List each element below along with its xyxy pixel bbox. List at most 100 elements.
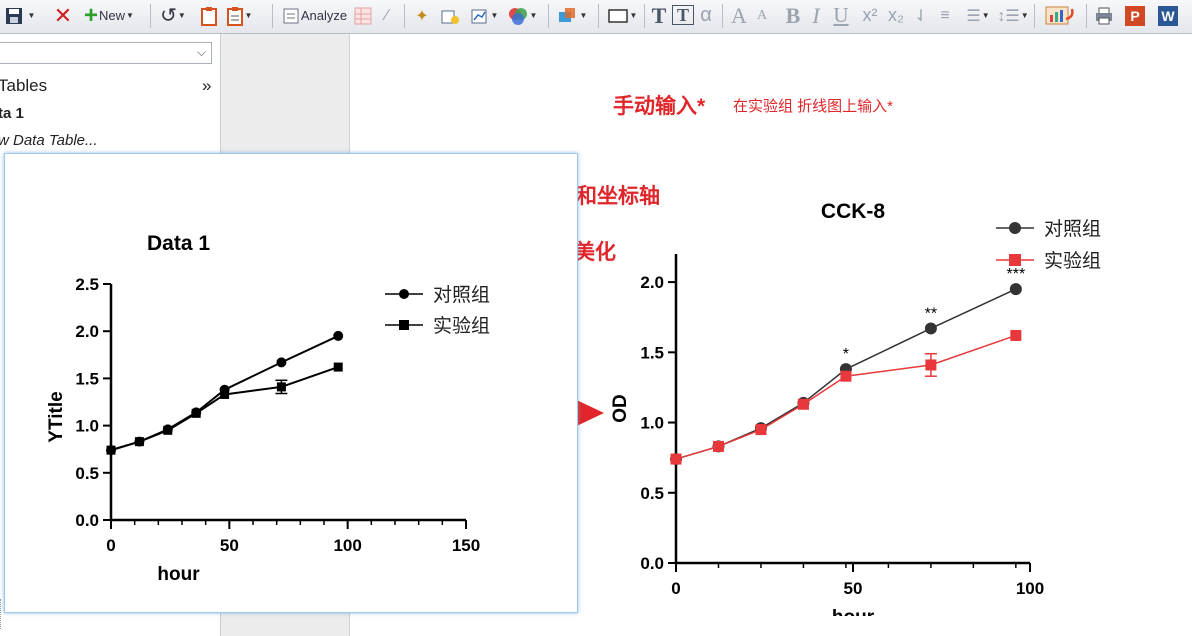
- font-smaller-button[interactable]: A: [752, 3, 772, 28]
- print-icon[interactable]: [1092, 3, 1116, 28]
- y-tick-label: 1.0: [75, 417, 99, 436]
- align-button[interactable]: ☰ ▼: [960, 3, 996, 28]
- x-tick-label: 100: [333, 536, 361, 555]
- analyze-label: Analyze: [300, 8, 348, 23]
- font-larger-button[interactable]: A: [728, 3, 750, 28]
- powerpoint-icon: P: [1125, 5, 1145, 26]
- word-button[interactable]: W: [1157, 3, 1179, 28]
- y-tick-label: 1.0: [640, 414, 664, 433]
- table-icon[interactable]: [352, 3, 374, 28]
- legend-label-1: 对照组: [433, 284, 490, 306]
- series-1-point: [1009, 283, 1022, 296]
- chart-type-button[interactable]: ▼: [468, 3, 500, 28]
- y-tick-label: 2.0: [75, 322, 99, 341]
- new-label: New: [99, 8, 126, 23]
- y-tick-label: 0.0: [75, 511, 99, 530]
- y-tick-label: 0.5: [75, 464, 99, 483]
- data-1-chart[interactable]: Data 1 0 50 100 150 0.0 0.5 1.0 1.5 2.0 2.5 hour YTi…: [5, 154, 577, 612]
- border-button[interactable]: ▼: [604, 3, 640, 28]
- symbol-button[interactable]: α: [696, 3, 716, 28]
- paste-button[interactable]: ▼: [222, 3, 256, 28]
- series-1-point: [276, 357, 287, 368]
- copy-button[interactable]: [198, 3, 220, 28]
- series-2-point: [712, 440, 724, 452]
- series-1-point: [333, 330, 344, 341]
- align-icon: ☰: [966, 7, 981, 25]
- x-axis-label: hour: [157, 564, 200, 585]
- line-spacing-icon: ↕☰: [997, 7, 1020, 25]
- italic-button[interactable]: I: [806, 3, 826, 28]
- rotate-text-icon[interactable]: ⇃: [910, 3, 932, 28]
- x-axis-label: hour: [832, 607, 875, 616]
- legend-marker-1: [1009, 222, 1021, 234]
- delete-icon[interactable]: ✕: [52, 3, 74, 28]
- series-2-point: [276, 382, 286, 392]
- color-scheme-button[interactable]: ▼: [504, 3, 540, 28]
- significance-label: **: [925, 305, 937, 322]
- wizard-icon[interactable]: ✦: [410, 3, 434, 28]
- new-button[interactable]: + New ▼: [78, 3, 140, 28]
- color-circles-icon: [508, 7, 527, 25]
- new-data-table-item[interactable]: w Data Table...: [0, 132, 98, 149]
- series-2-point: [797, 398, 809, 410]
- series-2-point: [220, 389, 230, 399]
- superscript-button[interactable]: x²: [858, 3, 882, 28]
- legend-marker-2: [399, 320, 409, 330]
- text-box-button[interactable]: T: [672, 5, 694, 25]
- undo-button[interactable]: ↺ ▼: [156, 3, 190, 28]
- line-spacing-button[interactable]: ↕☰ ▼: [996, 3, 1030, 28]
- toolbar-separator: [644, 4, 645, 28]
- legend-marker-2: [1009, 254, 1021, 266]
- legend-label-2: 实验组: [1044, 250, 1101, 272]
- series-2-point: [925, 359, 937, 371]
- arrange-button[interactable]: ▼: [554, 3, 590, 28]
- series-2-point: [191, 408, 201, 418]
- plus-icon: +: [84, 1, 99, 29]
- toolbar-separator: [548, 4, 549, 28]
- undo-icon: ↺: [160, 5, 177, 27]
- graph-window[interactable]: Data 1 0 50 100 150 0.0 0.5 1.0 1.5 2.0 2.5 hour YTi…: [4, 153, 578, 613]
- toolbar-separator: [1034, 4, 1035, 28]
- powerpoint-button[interactable]: P: [1124, 3, 1146, 28]
- x-tick-label: 0: [106, 536, 115, 555]
- cck8-chart[interactable]: CCK-80501000.00.51.01.52.0hourOD******对照…: [590, 196, 1150, 616]
- underline-button[interactable]: U: [830, 3, 852, 28]
- chevron-down-icon: ⌵: [196, 45, 206, 59]
- paste-icon: [226, 6, 243, 26]
- y-axis-label: YTitle: [46, 391, 67, 442]
- rectangle-icon: [607, 8, 628, 23]
- arrange-icon: [558, 7, 575, 22]
- data-table-item[interactable]: ta 1: [0, 105, 24, 122]
- significance-label: ***: [1006, 266, 1025, 283]
- chart-title: Data 1: [147, 232, 210, 255]
- x-tick-label: 0: [671, 579, 680, 598]
- series-2-point: [333, 362, 343, 372]
- series-2-point: [163, 425, 173, 435]
- bold-button[interactable]: B: [782, 3, 804, 28]
- save-button[interactable]: ▼: [0, 3, 40, 28]
- legend-marker-1: [399, 289, 409, 299]
- analyze-button[interactable]: Analyze: [280, 3, 350, 28]
- export-graph-icon[interactable]: [1040, 3, 1080, 28]
- text-tool-button[interactable]: T: [648, 3, 670, 28]
- legend-label-2: 实验组: [433, 315, 490, 337]
- series-line-2: [110, 366, 339, 452]
- main-toolbar: ▼ ✕ + New ▼ ↺ ▼ ▼ Analyze ⁄ ✦ ▼ ▼ ▼ ▼ T …: [0, 0, 1192, 34]
- x-tick-label: 50: [844, 579, 863, 598]
- subscript-button[interactable]: x₂: [884, 3, 908, 28]
- y-tick-label: 1.5: [640, 343, 664, 362]
- magic-wand-icon[interactable]: ⁄: [376, 3, 398, 28]
- navigator-dropdown[interactable]: ⌵: [0, 42, 212, 64]
- series-1-point: [924, 322, 937, 335]
- series-2-point: [670, 453, 682, 465]
- clipboard-icon: [201, 6, 217, 26]
- tables-section-title[interactable]: Tables: [0, 76, 47, 96]
- series-2-point: [840, 370, 852, 382]
- significance-label: *: [843, 346, 849, 363]
- insert-graph-icon[interactable]: [438, 3, 462, 28]
- expand-icon[interactable]: »: [202, 76, 211, 96]
- series-2-point: [106, 445, 116, 455]
- toolbar-separator: [150, 4, 151, 28]
- text-flow-icon[interactable]: ≡: [934, 3, 956, 28]
- manual-input-annotation: 手动输入*: [613, 95, 706, 118]
